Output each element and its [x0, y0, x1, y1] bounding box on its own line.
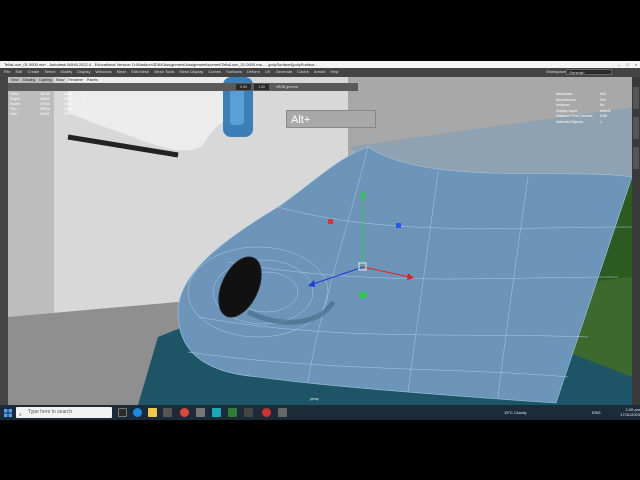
colorspace-label[interactable]: sRGB gamma	[276, 83, 298, 91]
panel-menu-view[interactable]: View	[11, 77, 19, 83]
search-placeholder: Type here to search	[28, 409, 73, 415]
channel-box-tab[interactable]	[633, 87, 639, 109]
perspective-viewport[interactable]: View Shading Lighting Show Renderer Pane…	[8, 77, 632, 405]
camera-label: persp	[310, 397, 319, 401]
workspace-dropdown[interactable]: General*	[566, 69, 612, 75]
poly-count-hud: Verts: 48788 4856 0 Edges: 96552 9564 0 …	[10, 92, 94, 117]
recorder-icon[interactable]	[262, 408, 271, 417]
menu-generate[interactable]: Generate	[276, 68, 293, 76]
weather-desc: Cloudy	[514, 410, 527, 415]
app-icon-2[interactable]	[228, 408, 237, 417]
gamma-field[interactable]: 1.00	[254, 84, 269, 90]
menu-mesh-tools[interactable]: Mesh Tools	[154, 68, 174, 76]
clock[interactable]: 2:26 pm 17/11/2023	[596, 407, 640, 417]
store-icon[interactable]	[163, 408, 172, 417]
close-button[interactable]: ×	[635, 61, 637, 68]
hud-row-uvs: UVs: 50401 5021 0	[10, 112, 86, 116]
menu-deform[interactable]: Deform	[247, 68, 260, 76]
window-controls: – □ ×	[618, 61, 637, 68]
panel-menubar: View Shading Lighting Show Renderer Pane…	[8, 77, 98, 83]
task-view-icon[interactable]	[118, 408, 127, 417]
main-menubar: File Edit Create Select Modify Display W…	[0, 68, 640, 76]
exposure-field[interactable]: 0.00	[236, 84, 251, 90]
menu-modify[interactable]: Modify	[61, 68, 73, 76]
windows-start-icon[interactable]	[4, 409, 12, 417]
maximize-button[interactable]: □	[626, 61, 628, 68]
weather-temp: 15°C	[504, 410, 513, 415]
app-icon[interactable]	[196, 408, 205, 417]
menu-edit[interactable]: Edit	[15, 68, 22, 76]
menu-uv[interactable]: UV	[265, 68, 271, 76]
modeling-toolkit-tab[interactable]	[633, 147, 639, 169]
object-details-hud: Backfaces: N/A Smoothness: N/A Instance: No…	[556, 92, 611, 124]
menu-display[interactable]: Display	[77, 68, 90, 76]
menu-mesh[interactable]: Mesh	[117, 68, 127, 76]
chrome-icon[interactable]	[180, 408, 189, 417]
menu-arnold[interactable]: Arnold	[314, 68, 326, 76]
menu-help[interactable]: Help	[330, 68, 338, 76]
menu-edit-mesh[interactable]: Edit Mesh	[131, 68, 149, 76]
attribute-editor-tab[interactable]	[633, 117, 639, 139]
edge-browser-icon[interactable]	[133, 408, 142, 417]
menu-create[interactable]: Create	[27, 68, 39, 76]
window-title: TellaLoon_01.0000.ma* - Autodesk MAYA 20…	[4, 62, 318, 67]
menu-cache[interactable]: Cache	[297, 68, 309, 76]
panel-menu-renderer[interactable]: Renderer	[68, 77, 83, 83]
menu-mesh-display[interactable]: Mesh Display	[179, 68, 203, 76]
weather-widget[interactable]: 15°C Cloudy	[504, 410, 527, 415]
file-explorer-icon[interactable]	[148, 408, 157, 417]
menu-windows[interactable]: Windows	[95, 68, 111, 76]
menu-select[interactable]: Select	[44, 68, 55, 76]
panel-menu-lighting[interactable]: Lighting	[39, 77, 51, 83]
maya-window: TellaLoon_01.0000.ma* - Autodesk MAYA 20…	[0, 61, 640, 420]
menu-curves[interactable]: Curves	[208, 68, 221, 76]
panel-toolbar: 0.00 1.00 sRGB gamma	[8, 83, 358, 91]
windows-taskbar: ⌕ Type here to search 15°C Cloudy ENG 2:…	[0, 405, 640, 420]
taskbar-search-box[interactable]: ⌕ Type here to search	[16, 407, 112, 418]
right-dock-tabs	[632, 77, 640, 405]
clock-date: 17/11/2023	[620, 412, 640, 417]
search-icon: ⌕	[19, 412, 22, 418]
app-icon-3[interactable]	[244, 408, 253, 417]
panel-menu-show[interactable]: Show	[56, 77, 65, 83]
app-icon-4[interactable]	[278, 408, 287, 417]
panel-menu-panels[interactable]: Panels	[87, 77, 98, 83]
menu-surfaces[interactable]: Surfaces	[226, 68, 242, 76]
menu-file[interactable]: File	[4, 68, 10, 76]
maya-icon[interactable]	[212, 408, 221, 417]
panel-menu-shading[interactable]: Shading	[23, 77, 36, 83]
title-bar: TellaLoon_01.0000.ma* - Autodesk MAYA 20…	[0, 61, 640, 68]
key-overlay: Alt+	[286, 110, 376, 128]
minimize-button[interactable]: –	[618, 61, 620, 68]
workspace-label: Workspace:	[546, 69, 568, 74]
